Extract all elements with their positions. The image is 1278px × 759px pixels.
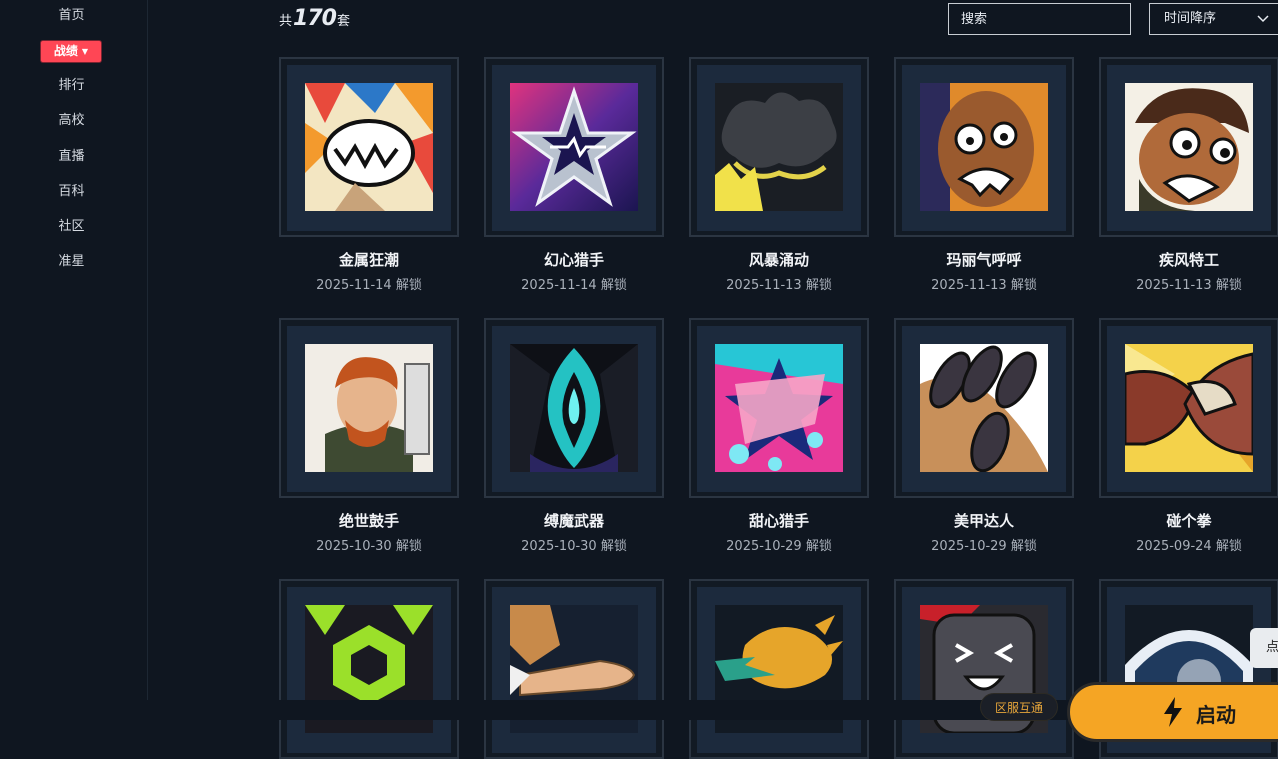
card-date: 2025-10-29 解锁: [931, 539, 1037, 554]
side-tab[interactable]: 点: [1250, 628, 1278, 668]
phantom-heart-star-art: [510, 83, 638, 211]
search-input[interactable]: [948, 3, 1131, 35]
launch-button[interactable]: 启动: [1067, 682, 1278, 742]
agent-face-art: [1125, 83, 1253, 211]
card-name: 玛丽气呼呼: [946, 251, 1022, 269]
nav-live[interactable]: 直播: [0, 147, 143, 167]
sidebar: 首页 战绩 ▼ 排行 高校 直播 百科 社区 准星: [0, 0, 148, 720]
card-date: 2025-11-14 解锁: [316, 278, 422, 293]
total-count: 共 170 套: [279, 6, 350, 34]
nav-home[interactable]: 首页: [0, 6, 143, 26]
nav-wiki[interactable]: 百科: [0, 182, 143, 202]
storm-surge-art: [715, 83, 843, 211]
card-date: 2025-09-24 解锁: [1136, 539, 1242, 554]
nail-art: [920, 344, 1048, 472]
card-name: 金属狂潮: [338, 251, 399, 269]
card-name: 疾风特工: [1158, 251, 1219, 269]
card-date: 2025-11-13 解锁: [1136, 278, 1242, 293]
card-date: 2025-11-13 解锁: [726, 278, 832, 293]
card-name: 碰个拳: [1166, 512, 1212, 530]
demon-weapon-art: [510, 344, 638, 472]
card-name: 幻心猎手: [543, 251, 604, 269]
nav-record-label: 战绩: [53, 44, 78, 58]
nav-crosshair[interactable]: 准星: [0, 252, 143, 272]
sort-dropdown[interactable]: 时间降序: [1149, 3, 1278, 35]
card-date: 2025-10-30 解锁: [521, 539, 627, 554]
count-suffix: 套: [336, 14, 350, 29]
nav-crosshair-label: 准星: [58, 254, 85, 269]
sort-label: 时间降序: [1164, 11, 1217, 26]
nav-campus[interactable]: 高校: [0, 111, 143, 131]
caret-down-icon: ▼: [81, 47, 89, 56]
nav-community[interactable]: 社区: [0, 217, 143, 237]
server-label: 区服互通: [994, 701, 1043, 715]
card-name: 美甲达人: [953, 512, 1014, 530]
nav-ranking-label: 排行: [58, 78, 85, 93]
card-date: 2025-10-30 解锁: [316, 539, 422, 554]
nav-home-label: 首页: [58, 8, 85, 23]
fist-bump-art: [1125, 344, 1253, 472]
angry-character-art: [920, 83, 1048, 211]
nav-wiki-label: 百科: [58, 184, 85, 199]
card-name: 甜心猎手: [748, 512, 809, 530]
server-interop-badge[interactable]: 区服互通: [980, 693, 1058, 721]
nav-live-label: 直播: [58, 149, 85, 164]
card-name: 绝世鼓手: [338, 512, 399, 530]
card-name: 风暴涌动: [748, 251, 809, 269]
side-tab-label: 点: [1266, 640, 1278, 655]
nav-community-label: 社区: [58, 219, 85, 234]
lightning-icon: [1162, 697, 1184, 732]
count-prefix: 共: [279, 14, 293, 29]
drummer-art: [305, 344, 433, 472]
card-date: 2025-10-29 解锁: [726, 539, 832, 554]
card-name: 缚魔武器: [543, 512, 604, 530]
nav-ranking[interactable]: 排行: [0, 76, 143, 96]
launch-label: 启动: [1196, 703, 1236, 727]
card-date: 2025-11-13 解锁: [931, 278, 1037, 293]
metal-frenzy-art: [305, 83, 433, 211]
nav-campus-label: 高校: [58, 113, 85, 128]
card-date: 2025-11-14 解锁: [521, 278, 627, 293]
chevron-down-icon: [1256, 4, 1270, 34]
nav-record[interactable]: 战绩 ▼: [41, 41, 101, 62]
count-value: 170: [293, 6, 337, 31]
sweet-hunter-art: [715, 344, 843, 472]
